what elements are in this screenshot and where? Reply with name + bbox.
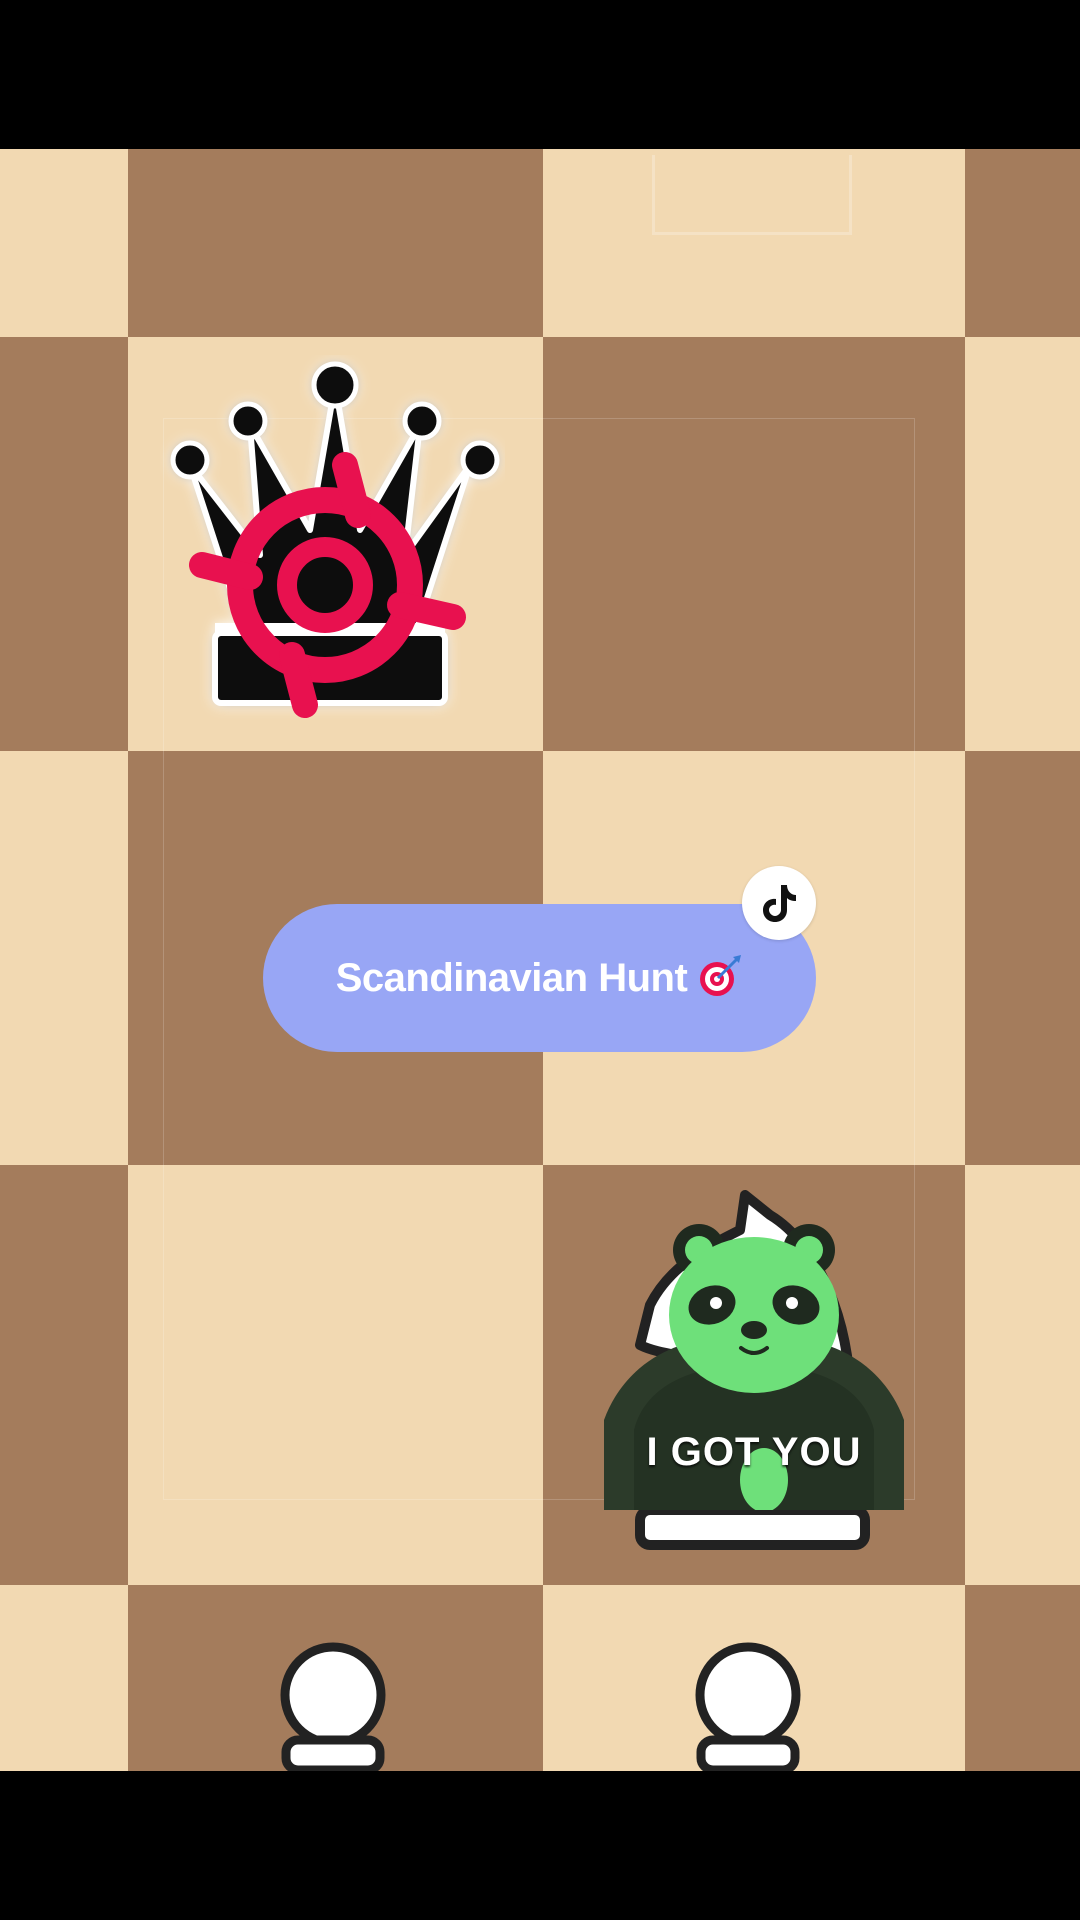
tiktok-logo-icon[interactable] [742,866,816,940]
letterbox-top [0,0,1080,149]
board-square [0,751,128,1165]
board-square [543,337,965,751]
white-pawn-icon [280,1642,386,1775]
direct-hit-target-icon [697,953,743,1004]
board-square [128,149,543,337]
board-square [0,1165,128,1585]
sticker-title: Scandinavian Hunt [335,955,688,1000]
board-square [965,1165,1080,1585]
board-square [0,1585,128,1771]
board-square [965,751,1080,1165]
panda-caption: I GOT YOU [646,1430,862,1474]
panda-gif-sticker[interactable]: I GOT YOU [604,1190,904,1510]
board-square [965,1585,1080,1771]
letterbox-bottom [0,1771,1080,1920]
board-square [965,149,1080,337]
title-sticker[interactable]: Scandinavian Hunt [263,904,816,1052]
black-queen-icon [170,361,500,718]
white-pawn-icon [695,1642,801,1775]
board-square [128,1165,543,1585]
board-square [965,337,1080,751]
ghost-square-outline [652,155,852,235]
board-square [0,337,128,751]
video-frame: I GOT YOU Scandinavian Hunt [0,0,1080,1920]
board-square [0,149,128,337]
